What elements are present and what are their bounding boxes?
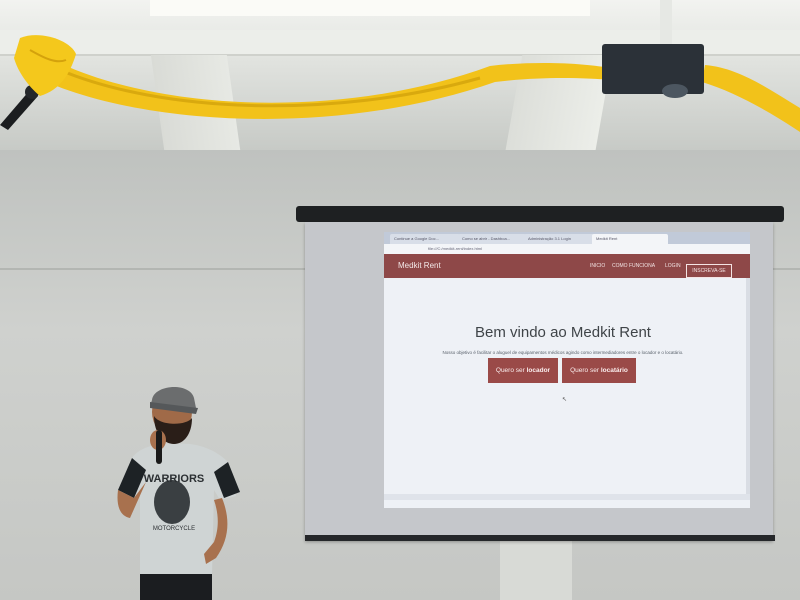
- browser-tab-active[interactable]: Medkit Rent: [592, 234, 668, 244]
- projector: [602, 44, 704, 94]
- horizontal-scrollbar[interactable]: [384, 494, 750, 500]
- site-brand[interactable]: Medkit Rent: [398, 254, 441, 278]
- locatario-button-prefix: Quero ser: [570, 367, 599, 374]
- shirt-text: WARRIORS: [144, 473, 205, 485]
- locador-button[interactable]: Quero ser locador: [488, 358, 558, 383]
- nav-link-como-funciona[interactable]: COMO FUNCIONA: [612, 254, 655, 278]
- screen-roller: [296, 206, 784, 222]
- ceiling-light: [150, 0, 590, 16]
- screen-bottom-bar: [305, 535, 775, 541]
- browser-tab[interactable]: Como se abrir - Dashboa...: [458, 234, 526, 244]
- pillar: [500, 538, 572, 600]
- locador-button-strong: locador: [526, 367, 551, 374]
- locatario-button[interactable]: Quero ser locatário: [562, 358, 636, 383]
- url-text: file:///C:/medkit-rent/index.html: [428, 246, 483, 251]
- mouse-cursor-icon: ↖: [562, 397, 568, 403]
- browser-tab[interactable]: Administração 3.1 Login: [524, 234, 594, 244]
- browser-tab[interactable]: Continue a Google Doc...: [390, 234, 460, 244]
- shirt-subtext: MOTORCYCLE: [153, 526, 195, 532]
- speaker-person: WARRIORS MOTORCYCLE: [117, 386, 240, 600]
- locatario-button-strong: locatário: [600, 367, 628, 374]
- page-title: Bem vindo ao Medkit Rent: [475, 324, 651, 341]
- page-tagline: Nosso objetivo é facilitar o aluguel de …: [442, 350, 684, 355]
- signup-button[interactable]: INSCREVA-SE: [686, 264, 732, 278]
- projected-browser: Continue a Google Doc... Como se abrir -…: [384, 232, 750, 508]
- vertical-scrollbar[interactable]: [746, 278, 750, 494]
- projector-mount: [660, 0, 672, 46]
- nav-link-login[interactable]: LOGIN: [665, 254, 681, 278]
- page-body: [384, 278, 750, 508]
- nav-link-inicio[interactable]: INICIO: [590, 254, 605, 278]
- locador-button-prefix: Quero ser: [495, 367, 525, 374]
- projector-lens: [662, 84, 688, 98]
